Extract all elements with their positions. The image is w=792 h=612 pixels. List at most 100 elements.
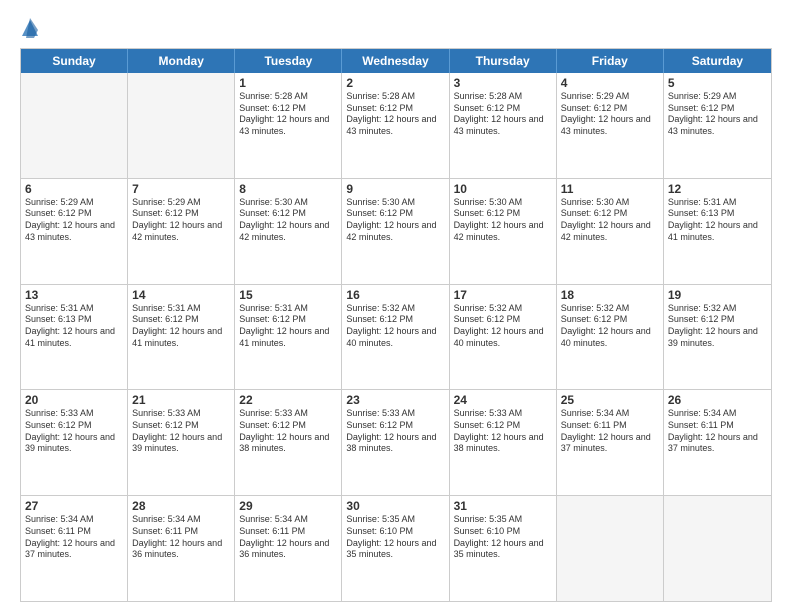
- day-info: Sunrise: 5:31 AM Sunset: 6:13 PM Dayligh…: [668, 197, 767, 244]
- day-number: 4: [561, 76, 659, 90]
- day-info: Sunrise: 5:33 AM Sunset: 6:12 PM Dayligh…: [454, 408, 552, 455]
- day-cell: 22Sunrise: 5:33 AM Sunset: 6:12 PM Dayli…: [235, 390, 342, 495]
- day-cell: 13Sunrise: 5:31 AM Sunset: 6:13 PM Dayli…: [21, 285, 128, 390]
- day-header-monday: Monday: [128, 49, 235, 73]
- day-number: 2: [346, 76, 444, 90]
- day-number: 10: [454, 182, 552, 196]
- day-number: 1: [239, 76, 337, 90]
- day-info: Sunrise: 5:34 AM Sunset: 6:11 PM Dayligh…: [668, 408, 767, 455]
- day-number: 7: [132, 182, 230, 196]
- day-info: Sunrise: 5:29 AM Sunset: 6:12 PM Dayligh…: [132, 197, 230, 244]
- calendar: SundayMondayTuesdayWednesdayThursdayFrid…: [20, 48, 772, 602]
- day-cell: 21Sunrise: 5:33 AM Sunset: 6:12 PM Dayli…: [128, 390, 235, 495]
- day-number: 14: [132, 288, 230, 302]
- day-info: Sunrise: 5:29 AM Sunset: 6:12 PM Dayligh…: [561, 91, 659, 138]
- calendar-row-5: 27Sunrise: 5:34 AM Sunset: 6:11 PM Dayli…: [21, 495, 771, 601]
- day-number: 16: [346, 288, 444, 302]
- calendar-row-4: 20Sunrise: 5:33 AM Sunset: 6:12 PM Dayli…: [21, 389, 771, 495]
- day-info: Sunrise: 5:33 AM Sunset: 6:12 PM Dayligh…: [346, 408, 444, 455]
- day-cell: 8Sunrise: 5:30 AM Sunset: 6:12 PM Daylig…: [235, 179, 342, 284]
- day-number: 25: [561, 393, 659, 407]
- day-info: Sunrise: 5:34 AM Sunset: 6:11 PM Dayligh…: [561, 408, 659, 455]
- day-cell: 30Sunrise: 5:35 AM Sunset: 6:10 PM Dayli…: [342, 496, 449, 601]
- day-info: Sunrise: 5:30 AM Sunset: 6:12 PM Dayligh…: [346, 197, 444, 244]
- day-number: 18: [561, 288, 659, 302]
- day-cell: 31Sunrise: 5:35 AM Sunset: 6:10 PM Dayli…: [450, 496, 557, 601]
- day-info: Sunrise: 5:34 AM Sunset: 6:11 PM Dayligh…: [25, 514, 123, 561]
- day-cell: 28Sunrise: 5:34 AM Sunset: 6:11 PM Dayli…: [128, 496, 235, 601]
- day-info: Sunrise: 5:32 AM Sunset: 6:12 PM Dayligh…: [561, 303, 659, 350]
- logo: [20, 16, 44, 40]
- calendar-row-3: 13Sunrise: 5:31 AM Sunset: 6:13 PM Dayli…: [21, 284, 771, 390]
- day-header-saturday: Saturday: [664, 49, 771, 73]
- day-number: 22: [239, 393, 337, 407]
- day-number: 6: [25, 182, 123, 196]
- day-number: 23: [346, 393, 444, 407]
- day-cell: [128, 73, 235, 178]
- day-info: Sunrise: 5:31 AM Sunset: 6:12 PM Dayligh…: [239, 303, 337, 350]
- day-info: Sunrise: 5:32 AM Sunset: 6:12 PM Dayligh…: [454, 303, 552, 350]
- day-cell: 15Sunrise: 5:31 AM Sunset: 6:12 PM Dayli…: [235, 285, 342, 390]
- day-number: 28: [132, 499, 230, 513]
- day-number: 15: [239, 288, 337, 302]
- day-info: Sunrise: 5:33 AM Sunset: 6:12 PM Dayligh…: [25, 408, 123, 455]
- day-info: Sunrise: 5:31 AM Sunset: 6:12 PM Dayligh…: [132, 303, 230, 350]
- day-cell: 24Sunrise: 5:33 AM Sunset: 6:12 PM Dayli…: [450, 390, 557, 495]
- day-cell: 29Sunrise: 5:34 AM Sunset: 6:11 PM Dayli…: [235, 496, 342, 601]
- day-cell: 26Sunrise: 5:34 AM Sunset: 6:11 PM Dayli…: [664, 390, 771, 495]
- day-cell: [21, 73, 128, 178]
- day-cell: 7Sunrise: 5:29 AM Sunset: 6:12 PM Daylig…: [128, 179, 235, 284]
- header: [20, 16, 772, 40]
- day-cell: 4Sunrise: 5:29 AM Sunset: 6:12 PM Daylig…: [557, 73, 664, 178]
- day-cell: 17Sunrise: 5:32 AM Sunset: 6:12 PM Dayli…: [450, 285, 557, 390]
- day-info: Sunrise: 5:29 AM Sunset: 6:12 PM Dayligh…: [668, 91, 767, 138]
- page: SundayMondayTuesdayWednesdayThursdayFrid…: [0, 0, 792, 612]
- day-cell: 5Sunrise: 5:29 AM Sunset: 6:12 PM Daylig…: [664, 73, 771, 178]
- day-cell: 9Sunrise: 5:30 AM Sunset: 6:12 PM Daylig…: [342, 179, 449, 284]
- day-info: Sunrise: 5:35 AM Sunset: 6:10 PM Dayligh…: [346, 514, 444, 561]
- day-number: 21: [132, 393, 230, 407]
- day-info: Sunrise: 5:30 AM Sunset: 6:12 PM Dayligh…: [239, 197, 337, 244]
- calendar-body: 1 Sunrise: 5:28 AM Sunset: 6:12 PM Daylig…: [21, 73, 771, 601]
- day-header-wednesday: Wednesday: [342, 49, 449, 73]
- day-number: 31: [454, 499, 552, 513]
- calendar-header: SundayMondayTuesdayWednesdayThursdayFrid…: [21, 49, 771, 73]
- calendar-row-1: 1 Sunrise: 5:28 AM Sunset: 6:12 PM Daylig…: [21, 73, 771, 178]
- day-cell: 20Sunrise: 5:33 AM Sunset: 6:12 PM Dayli…: [21, 390, 128, 495]
- day-number: 8: [239, 182, 337, 196]
- day-number: 11: [561, 182, 659, 196]
- day-cell: 2Sunrise: 5:28 AM Sunset: 6:12 PM Daylig…: [342, 73, 449, 178]
- day-header-friday: Friday: [557, 49, 664, 73]
- day-info: Sunrise: 5:28 AM Sunset: 6:12 PM Dayligh…: [454, 91, 552, 138]
- day-number: 30: [346, 499, 444, 513]
- day-cell: 19Sunrise: 5:32 AM Sunset: 6:12 PM Dayli…: [664, 285, 771, 390]
- day-number: 27: [25, 499, 123, 513]
- day-number: 13: [25, 288, 123, 302]
- day-number: 12: [668, 182, 767, 196]
- day-number: 24: [454, 393, 552, 407]
- day-number: 20: [25, 393, 123, 407]
- day-info: Sunrise: 5:29 AM Sunset: 6:12 PM Dayligh…: [25, 197, 123, 244]
- day-info: Sunrise: 5:28 AM Sunset: 6:12 PM Dayligh…: [346, 91, 444, 138]
- day-cell: 12Sunrise: 5:31 AM Sunset: 6:13 PM Dayli…: [664, 179, 771, 284]
- day-cell: 18Sunrise: 5:32 AM Sunset: 6:12 PM Dayli…: [557, 285, 664, 390]
- day-cell: 11Sunrise: 5:30 AM Sunset: 6:12 PM Dayli…: [557, 179, 664, 284]
- day-info: Sunrise: 5:33 AM Sunset: 6:12 PM Dayligh…: [239, 408, 337, 455]
- day-info: Sunrise: 5:33 AM Sunset: 6:12 PM Dayligh…: [132, 408, 230, 455]
- day-cell: 6Sunrise: 5:29 AM Sunset: 6:12 PM Daylig…: [21, 179, 128, 284]
- day-cell: 16Sunrise: 5:32 AM Sunset: 6:12 PM Dayli…: [342, 285, 449, 390]
- day-number: 3: [454, 76, 552, 90]
- day-info: Sunrise: 5:35 AM Sunset: 6:10 PM Dayligh…: [454, 514, 552, 561]
- day-cell: [664, 496, 771, 601]
- day-cell: 27Sunrise: 5:34 AM Sunset: 6:11 PM Dayli…: [21, 496, 128, 601]
- day-number: 26: [668, 393, 767, 407]
- day-number: 29: [239, 499, 337, 513]
- day-header-thursday: Thursday: [450, 49, 557, 73]
- day-cell: [557, 496, 664, 601]
- calendar-row-2: 6Sunrise: 5:29 AM Sunset: 6:12 PM Daylig…: [21, 178, 771, 284]
- logo-icon: [20, 16, 40, 40]
- day-cell: 1Sunrise: 5:28 AM Sunset: 6:12 PM Daylig…: [235, 73, 342, 178]
- day-info: Sunrise: 5:34 AM Sunset: 6:11 PM Dayligh…: [239, 514, 337, 561]
- day-cell: 23Sunrise: 5:33 AM Sunset: 6:12 PM Dayli…: [342, 390, 449, 495]
- day-info: Sunrise: 5:30 AM Sunset: 6:12 PM Dayligh…: [454, 197, 552, 244]
